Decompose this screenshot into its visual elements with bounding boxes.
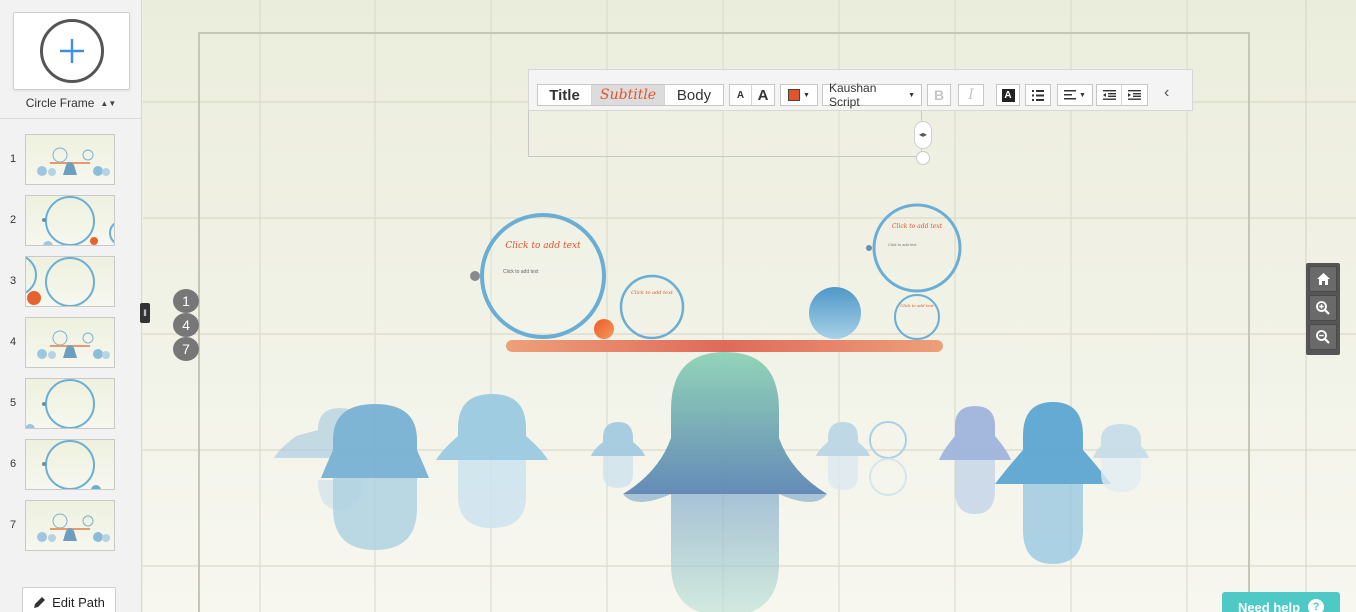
text-format-toolbar: Title Subtitle Body A A ▼ Kaushan Script… xyxy=(528,69,1193,111)
home-button[interactable] xyxy=(1309,266,1337,292)
tab-subtitle-style[interactable]: Subtitle xyxy=(592,85,666,105)
thumbnail-preview xyxy=(25,317,115,368)
sidebar-divider xyxy=(0,118,142,119)
increase-font-size-button[interactable]: A xyxy=(752,85,774,105)
bullet-list-icon xyxy=(1032,89,1044,101)
thumbnail-number: 7 xyxy=(10,519,17,531)
highlight-toggle[interactable]: A xyxy=(996,84,1020,106)
need-help-label: Need help xyxy=(1237,599,1301,612)
font-family-button[interactable]: Kaushan Script ▼ xyxy=(823,81,921,109)
zoom-in-icon xyxy=(1316,301,1330,315)
bold-toggle[interactable]: B xyxy=(927,84,951,106)
resize-handle-icon[interactable]: ◂▸ xyxy=(914,121,932,149)
zoom-out-button[interactable] xyxy=(1309,324,1337,350)
circle-title-placeholder: Click to add text xyxy=(900,303,934,308)
thumbnail-number: 3 xyxy=(10,275,17,287)
bullet-list-button[interactable] xyxy=(1026,85,1050,105)
pencil-icon xyxy=(34,596,46,608)
thumbnail-preview xyxy=(25,256,115,307)
need-help-button[interactable]: Need help ? xyxy=(1222,592,1340,612)
frame-thumbnail[interactable]: 6 xyxy=(0,439,142,491)
circle-title-placeholder: Click to add text xyxy=(505,241,581,251)
color-swatch-icon xyxy=(788,89,801,101)
frame-type-label: Circle Frame xyxy=(25,96,95,110)
frame-thumbnail[interactable]: 4 xyxy=(0,317,142,369)
bullet-list-toggle[interactable] xyxy=(1025,84,1051,106)
zoom-in-button[interactable] xyxy=(1309,295,1337,321)
path-step-badge[interactable]: 4 xyxy=(173,313,199,337)
indent-button[interactable] xyxy=(1122,85,1147,105)
thumbnail-number: 5 xyxy=(10,397,17,409)
frame-thumbnail[interactable]: 2 xyxy=(0,195,142,247)
thumbnail-preview xyxy=(25,378,115,429)
home-icon xyxy=(1316,273,1330,285)
zoom-out-icon xyxy=(1316,330,1330,344)
circle-title-placeholder: Click to add text xyxy=(892,223,943,230)
circle-body-placeholder: Click to add text xyxy=(503,269,539,275)
dropdown-caret-icon: ▼ xyxy=(803,91,810,99)
thumbnail-preview xyxy=(25,500,115,551)
outdent-icon xyxy=(1102,90,1116,100)
bold-button[interactable]: B xyxy=(928,85,950,105)
thumbnail-number: 2 xyxy=(10,214,17,226)
highlight-button[interactable]: A xyxy=(997,85,1019,105)
frame-thumbnail[interactable]: 3 xyxy=(0,256,142,308)
circle-title-placeholder: Click to add text xyxy=(631,290,674,296)
thumbnail-preview xyxy=(25,439,115,490)
thumbnail-number: 4 xyxy=(10,336,17,348)
outdent-button[interactable] xyxy=(1097,85,1122,105)
color-swatch-button[interactable]: ▼ xyxy=(781,85,817,105)
thumbnail-number: 6 xyxy=(10,458,17,470)
frame-thumbnail[interactable]: 1 xyxy=(0,134,142,186)
question-icon: ? xyxy=(1308,599,1325,612)
alignment-dropdown[interactable]: ▼ xyxy=(1057,84,1093,106)
edit-path-button[interactable]: Edit Path xyxy=(22,587,116,612)
path-step-badge[interactable]: 7 xyxy=(173,337,199,361)
frame-thumbnail[interactable]: 5 xyxy=(0,378,142,430)
zoom-controls xyxy=(1306,263,1340,355)
align-left-icon xyxy=(1064,90,1077,100)
alignment-button[interactable]: ▼ xyxy=(1058,85,1092,105)
edit-path-label: Edit Path xyxy=(52,594,105,610)
font-size-controls: A A xyxy=(729,84,775,106)
highlight-text-icon: A xyxy=(1001,88,1015,102)
dropdown-caret-icon: ▼ xyxy=(908,91,915,99)
sidebar: Circle Frame ▲▼ 1 2 3 4 5 6 7 Edit Path xyxy=(0,0,142,612)
circle-body-placeholder: Click to add text xyxy=(888,242,917,247)
indent-controls xyxy=(1096,84,1148,106)
decrease-font-size-button[interactable]: A xyxy=(730,85,752,105)
updown-chevron-icon: ▲▼ xyxy=(100,99,117,108)
text-color-picker[interactable]: ▼ xyxy=(780,84,818,106)
thumbnail-number: 1 xyxy=(10,153,17,165)
font-family-dropdown[interactable]: Kaushan Script ▼ xyxy=(822,81,922,109)
font-family-label: Kaushan Script xyxy=(829,81,877,109)
thumbnail-preview xyxy=(25,134,115,185)
tab-body-style[interactable]: Body xyxy=(665,85,723,105)
text-style-tabs: Title Subtitle Body xyxy=(537,84,724,106)
collapse-toolbar-chevron-icon[interactable]: ‹ xyxy=(1164,84,1169,102)
tab-title-style[interactable]: Title xyxy=(538,85,593,105)
indent-icon xyxy=(1128,90,1141,100)
italic-button[interactable]: I xyxy=(959,85,983,105)
thumbnail-preview xyxy=(25,195,115,246)
resize-dot-handle[interactable] xyxy=(916,151,930,165)
dropdown-caret-icon: ▼ xyxy=(1079,91,1086,99)
text-edit-box[interactable] xyxy=(528,111,922,157)
add-frame-button[interactable] xyxy=(13,12,130,90)
add-frame-icon xyxy=(40,19,104,83)
frame-type-selector[interactable]: Circle Frame ▲▼ xyxy=(0,96,142,110)
path-step-badge[interactable]: 1 xyxy=(173,289,199,313)
sidebar-collapse-handle[interactable]: ǁ xyxy=(140,303,150,323)
frame-thumbnail[interactable]: 7 xyxy=(0,500,142,552)
italic-toggle[interactable]: I xyxy=(958,84,984,106)
